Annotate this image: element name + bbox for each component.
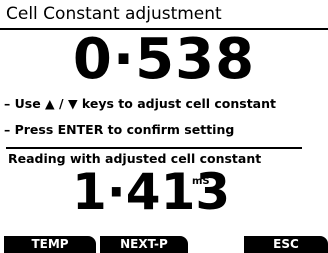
instruction-adjust-suffix: keys to adjust cell constant bbox=[77, 96, 276, 111]
down-arrow-icon: ▼ bbox=[67, 96, 78, 111]
cell-constant-value: 0·538 bbox=[72, 27, 256, 92]
instruction-adjust: – Use ▲ / ▼ keys to adjust cell constant bbox=[4, 96, 276, 112]
reading-divider bbox=[6, 147, 302, 149]
softkey-esc[interactable]: ESC bbox=[244, 236, 328, 253]
softkey-next-p[interactable]: NEXT-P bbox=[100, 236, 188, 253]
meter-screen: Cell Constant adjustment 0·538 – Use ▲ /… bbox=[0, 0, 328, 253]
reading-value: 1·413 bbox=[72, 163, 231, 221]
instruction-confirm: – Press ENTER to confirm setting bbox=[4, 122, 235, 137]
instruction-separator: / bbox=[54, 96, 68, 111]
up-arrow-icon: ▲ bbox=[45, 96, 55, 111]
screen-title: Cell Constant adjustment bbox=[6, 4, 222, 24]
softkey-temp[interactable]: TEMP bbox=[4, 236, 96, 253]
instruction-adjust-prefix: – Use bbox=[4, 96, 46, 111]
reading-unit: mS bbox=[192, 176, 210, 187]
